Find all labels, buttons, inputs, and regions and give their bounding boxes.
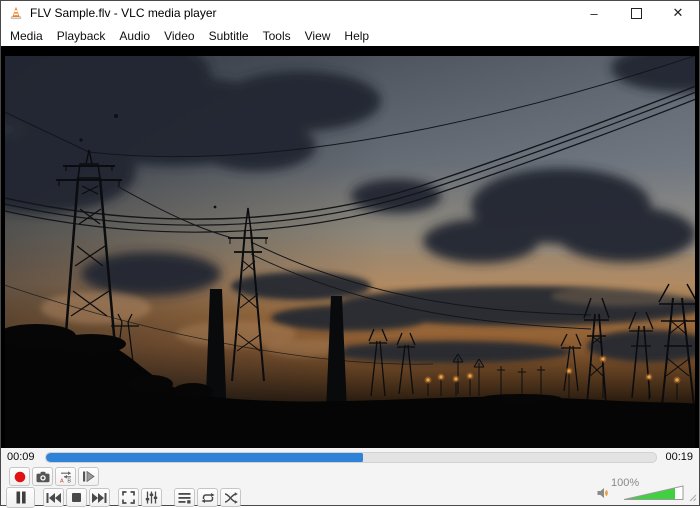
playlist-button[interactable] [174,488,195,507]
stop-button[interactable] [66,488,87,507]
loop-icon [201,492,215,504]
menu-help[interactable]: Help [337,26,376,46]
ab-loop-icon: A B [59,470,73,483]
menu-media[interactable]: Media [3,26,50,46]
snapshot-button[interactable] [32,467,53,486]
video-frame-sunset-pylons [1,46,699,449]
fullscreen-button[interactable] [118,488,139,507]
seek-progress [46,453,363,462]
seek-slider[interactable] [45,452,657,463]
menu-playback[interactable]: Playback [50,26,113,46]
record-button[interactable] [9,467,30,486]
stop-icon [72,493,81,502]
ab-loop-button[interactable]: A B [55,467,76,486]
maximize-icon [631,8,642,19]
svg-text:A: A [60,479,64,483]
video-display[interactable] [1,46,699,449]
fullscreen-icon [122,491,135,504]
previous-button[interactable] [43,488,64,507]
menu-video[interactable]: Video [157,26,201,46]
loop-button[interactable] [197,488,218,507]
minimize-icon: – [590,6,597,21]
speaker-icon[interactable] [597,487,611,499]
equalizer-button[interactable] [141,488,162,507]
random-button[interactable] [220,488,241,507]
elapsed-time: 00:09 [7,451,39,463]
shuffle-icon [224,492,238,504]
next-icon [92,493,107,503]
maximize-button[interactable] [615,1,657,25]
menu-audio[interactable]: Audio [112,26,157,46]
menu-tools[interactable]: Tools [256,26,298,46]
previous-icon [46,493,61,503]
next-button[interactable] [89,488,110,507]
window-title: FLV Sample.flv - VLC media player [30,6,217,20]
menu-bar: Media Playback Audio Video Subtitle Tool… [1,25,699,46]
controller: 00:09 00:19 A B [1,448,699,505]
menu-subtitle[interactable]: Subtitle [202,26,256,46]
title-bar: FLV Sample.flv - VLC media player – ✕ [1,1,699,25]
close-icon: ✕ [673,5,684,21]
menu-view[interactable]: View [298,26,338,46]
total-time: 00:19 [665,451,693,463]
volume-area: 100% [595,478,697,502]
resize-grip[interactable] [689,494,697,502]
pause-icon [15,491,27,504]
playlist-icon [178,492,191,504]
frame-step-icon [82,471,95,482]
camera-icon [36,471,50,483]
equalizer-icon [145,491,158,504]
seek-row: 00:09 00:19 [1,448,699,464]
vlc-cone-icon [9,6,23,20]
svg-text:B: B [67,479,71,483]
record-icon [14,471,26,483]
pause-button[interactable] [6,487,35,508]
minimize-button[interactable]: – [573,1,615,25]
volume-percent-label: 100% [611,477,639,489]
window-controls: – ✕ [573,1,699,25]
close-button[interactable]: ✕ [657,1,699,25]
frame-by-frame-button[interactable] [78,467,99,486]
